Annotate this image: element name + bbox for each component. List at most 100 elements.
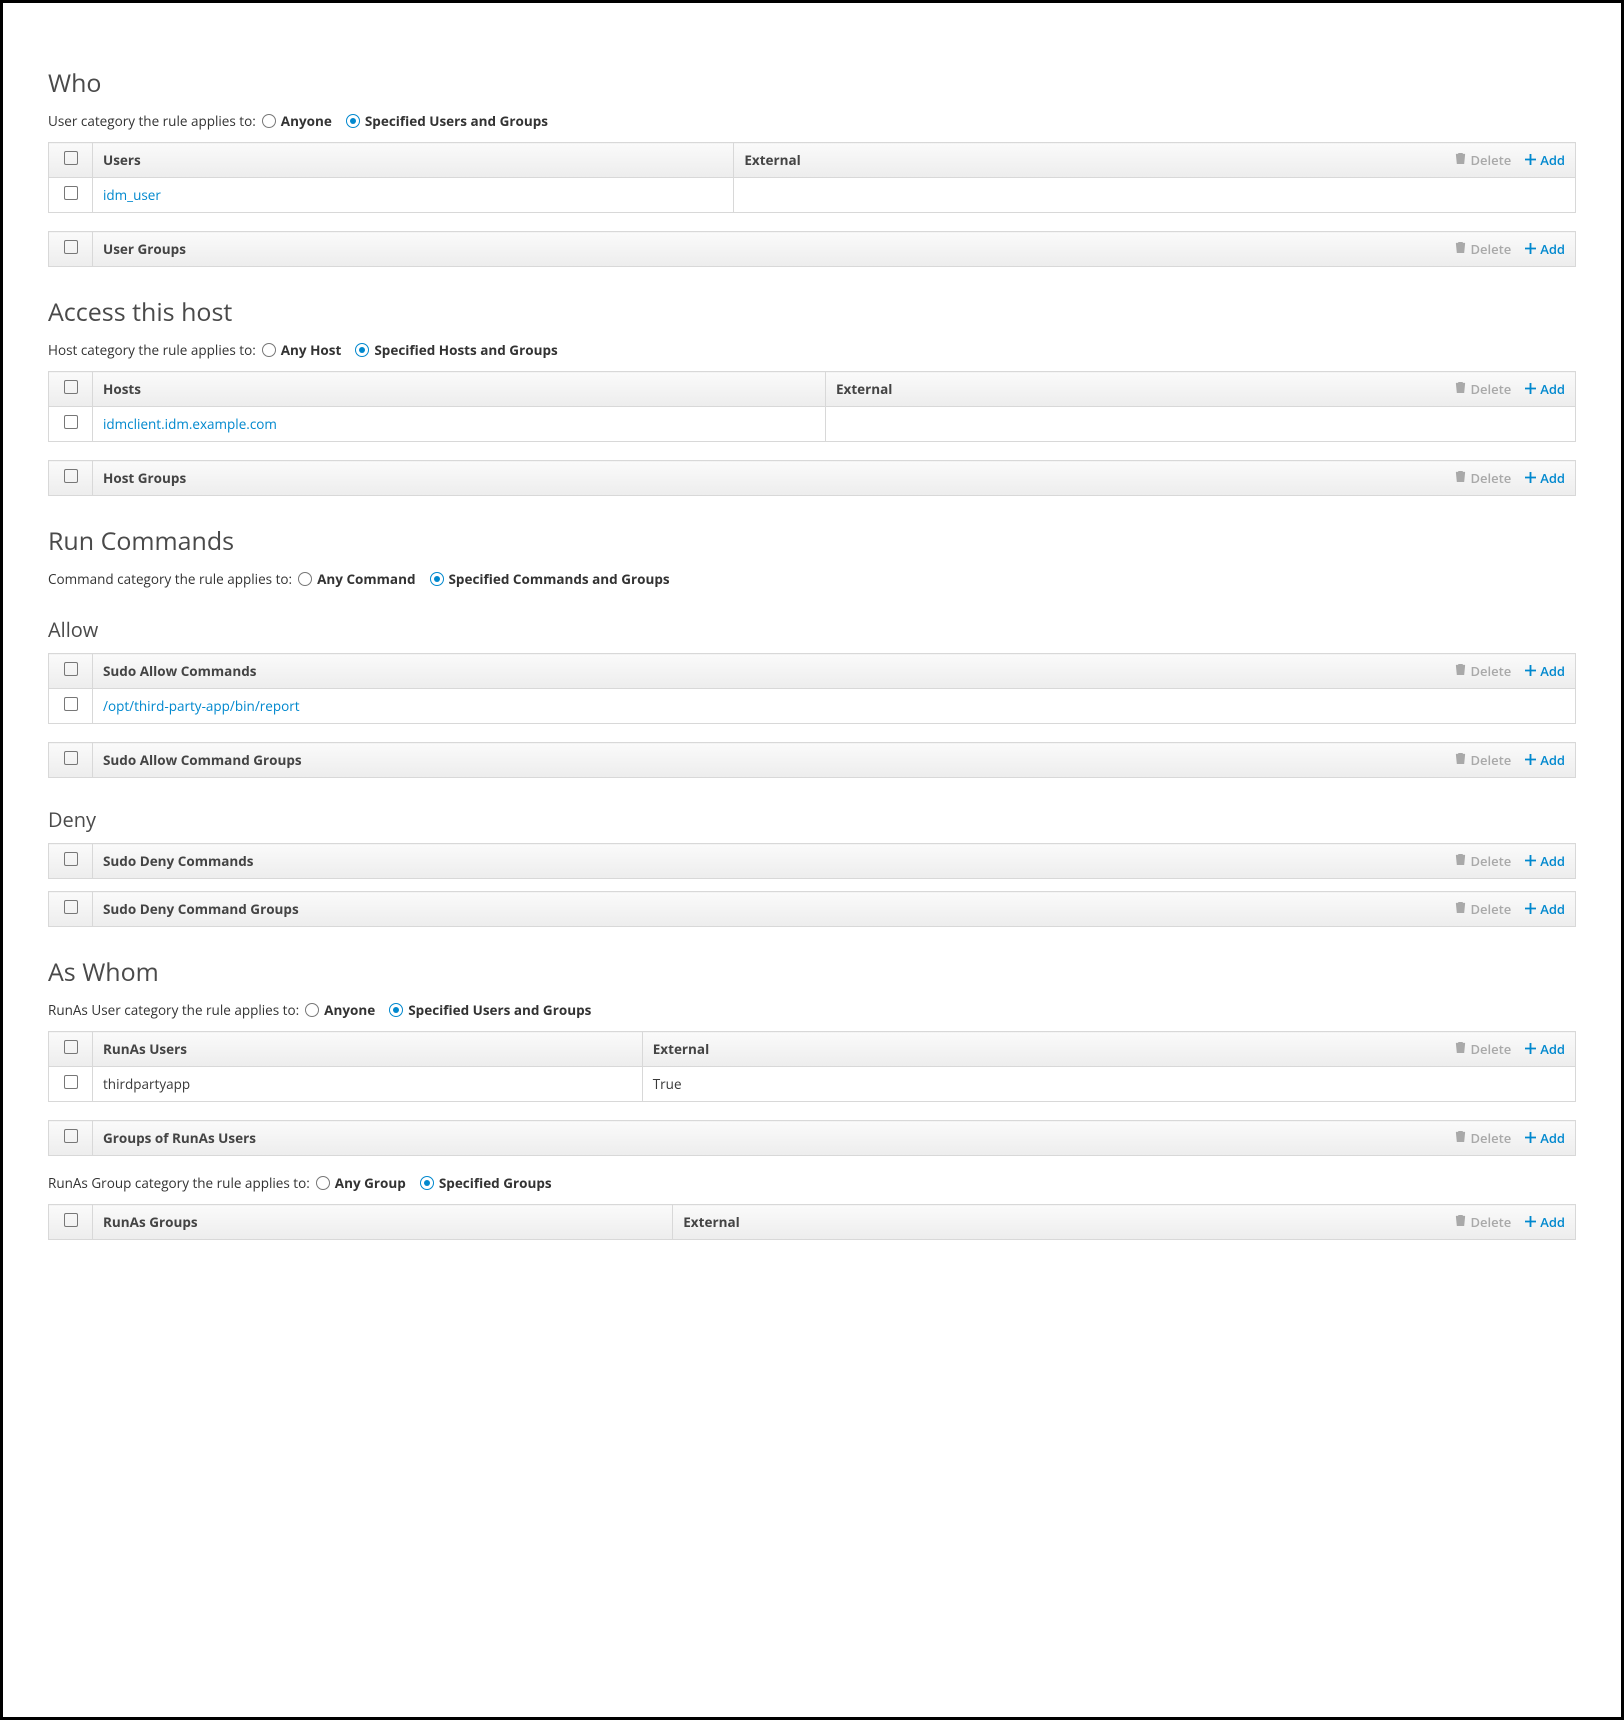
deny-cmd-groups-select-all-checkbox[interactable] [64,900,78,914]
runas-groups-col-header: RunAs Groups [103,1213,198,1231]
radio-icon [346,114,360,128]
runas-group-radio-any[interactable]: Any Group [316,1174,406,1192]
runas-group-radio-specified-label: Specified Groups [439,1174,552,1192]
runas-users-add-button[interactable]: Add [1525,1040,1565,1058]
host-groups-select-all-checkbox[interactable] [64,469,78,483]
access-host-radio-any[interactable]: Any Host [262,341,342,359]
radio-icon [389,1003,403,1017]
host-groups-table: Host Groups Delete Add [48,460,1576,496]
access-host-radio-specified[interactable]: Specified Hosts and Groups [355,341,557,359]
add-label: Add [1540,469,1565,487]
allow-cmd-groups-delete-button[interactable]: Delete [1455,751,1511,769]
hosts-select-all-checkbox[interactable] [64,380,78,394]
user-groups-table: User Groups Delete Add [48,231,1576,267]
users-col-header: Users [103,151,141,169]
run-commands-category-label: Command category the rule applies to: [48,570,292,588]
allow-command-link[interactable]: /opt/third-party-app/bin/report [103,697,300,715]
runas-group-category-label: RunAs Group category the rule applies to… [48,1174,310,1192]
user-groups-delete-button[interactable]: Delete [1455,240,1511,258]
hosts-delete-button[interactable]: Delete [1455,380,1511,398]
table-row: idm_user [49,178,1576,213]
runas-group-radio-specified[interactable]: Specified Groups [420,1174,552,1192]
runas-user-radio-specified-label: Specified Users and Groups [408,1001,591,1019]
delete-label: Delete [1470,1213,1511,1231]
deny-cmd-groups-add-button[interactable]: Add [1525,900,1565,918]
allow-cmd-groups-col-header: Sudo Allow Command Groups [103,751,302,769]
run-commands-category-line: Command category the rule applies to: An… [48,570,1576,588]
who-radio-anyone-label: Anyone [281,112,332,130]
host-groups-col-header: Host Groups [103,469,186,487]
users-delete-button[interactable]: Delete [1455,151,1511,169]
row-checkbox[interactable] [64,1075,78,1089]
deny-cmd-groups-delete-button[interactable]: Delete [1455,900,1511,918]
plus-icon [1525,900,1536,918]
runas-user-radio-specified[interactable]: Specified Users and Groups [389,1001,591,1019]
delete-label: Delete [1470,852,1511,870]
trash-icon [1455,751,1466,769]
trash-icon [1455,900,1466,918]
user-link[interactable]: idm_user [103,186,161,204]
trash-icon [1455,1040,1466,1058]
allow-cmds-col-header: Sudo Allow Commands [103,662,256,680]
who-category-label: User category the rule applies to: [48,112,256,130]
table-row: /opt/third-party-app/bin/report [49,689,1576,724]
deny-subsection-title: Deny [48,806,1576,833]
run-commands-radio-any[interactable]: Any Command [298,570,415,588]
allow-cmd-groups-select-all-checkbox[interactable] [64,751,78,765]
hosts-add-button[interactable]: Add [1525,380,1565,398]
user-groups-select-all-checkbox[interactable] [64,240,78,254]
runas-users-delete-button[interactable]: Delete [1455,1040,1511,1058]
runas-groups-delete-button[interactable]: Delete [1455,1213,1511,1231]
users-select-all-checkbox[interactable] [64,151,78,165]
user-groups-add-button[interactable]: Add [1525,240,1565,258]
who-radio-specified[interactable]: Specified Users and Groups [346,112,548,130]
deny-cmds-delete-button[interactable]: Delete [1455,852,1511,870]
add-label: Add [1540,240,1565,258]
access-host-radio-specified-label: Specified Hosts and Groups [374,341,557,359]
radio-icon [316,1176,330,1190]
trash-icon [1455,469,1466,487]
row-checkbox[interactable] [64,415,78,429]
who-radio-anyone[interactable]: Anyone [262,112,332,130]
add-label: Add [1540,900,1565,918]
allow-cmd-groups-add-button[interactable]: Add [1525,751,1565,769]
radio-icon [420,1176,434,1190]
deny-cmds-add-button[interactable]: Add [1525,852,1565,870]
runas-groups-select-all-checkbox[interactable] [64,1213,78,1227]
trash-icon [1455,852,1466,870]
allow-cmds-delete-button[interactable]: Delete [1455,662,1511,680]
plus-icon [1525,1040,1536,1058]
plus-icon [1525,469,1536,487]
hosts-external-col-header: External [836,380,892,398]
groups-of-runas-users-select-all-checkbox[interactable] [64,1129,78,1143]
groups-of-runas-users-add-button[interactable]: Add [1525,1129,1565,1147]
allow-cmds-select-all-checkbox[interactable] [64,662,78,676]
groups-of-runas-users-delete-button[interactable]: Delete [1455,1129,1511,1147]
radio-icon [262,343,276,357]
runas-groups-add-button[interactable]: Add [1525,1213,1565,1231]
plus-icon [1525,852,1536,870]
deny-cmds-select-all-checkbox[interactable] [64,852,78,866]
groups-of-runas-users-col-header: Groups of RunAs Users [103,1129,256,1147]
allow-cmds-add-button[interactable]: Add [1525,662,1565,680]
row-checkbox[interactable] [64,697,78,711]
delete-label: Delete [1470,751,1511,769]
row-checkbox[interactable] [64,186,78,200]
runas-user-radio-anyone[interactable]: Anyone [305,1001,375,1019]
trash-icon [1455,662,1466,680]
sudo-deny-commands-table: Sudo Deny Commands Delete Add [48,843,1576,879]
runas-users-select-all-checkbox[interactable] [64,1040,78,1054]
access-host-section-title: Access this host [48,295,1576,329]
host-groups-add-button[interactable]: Add [1525,469,1565,487]
who-section-title: Who [48,66,1576,100]
host-groups-delete-button[interactable]: Delete [1455,469,1511,487]
host-link[interactable]: idmclient.idm.example.com [103,415,277,433]
sudo-rule-settings-panel: Who User category the rule applies to: A… [0,0,1624,1720]
add-label: Add [1540,852,1565,870]
users-add-button[interactable]: Add [1525,151,1565,169]
runas-group-radio-any-label: Any Group [335,1174,406,1192]
plus-icon [1525,1213,1536,1231]
access-host-category-label: Host category the rule applies to: [48,341,256,359]
plus-icon [1525,151,1536,169]
run-commands-radio-specified[interactable]: Specified Commands and Groups [430,570,670,588]
